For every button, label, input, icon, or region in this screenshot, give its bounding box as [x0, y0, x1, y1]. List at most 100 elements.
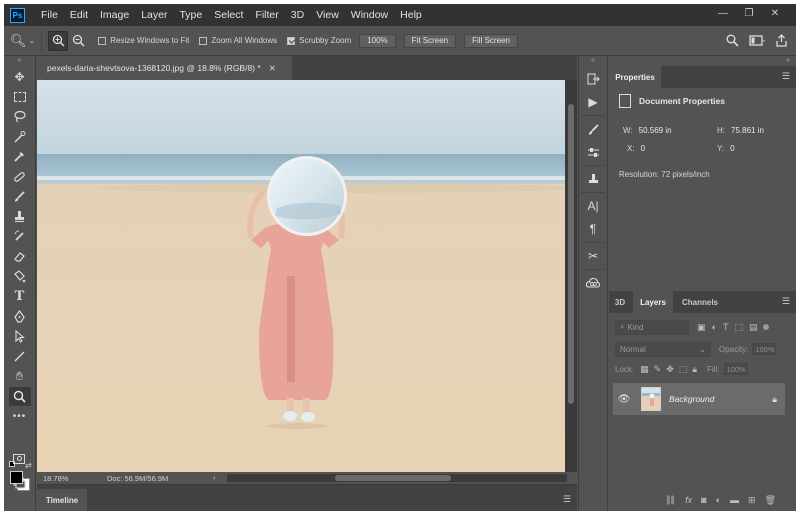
zoom-level[interactable]: 18.78%: [43, 474, 103, 483]
fill-field[interactable]: 100%: [723, 363, 748, 375]
tab-channels[interactable]: Channels: [675, 291, 725, 313]
quick-mask-icon[interactable]: [8, 449, 30, 468]
clone-source-icon[interactable]: [581, 169, 605, 189]
layer-row-background[interactable]: 👁︎ Background 🔒︎: [613, 383, 785, 415]
opacity-field[interactable]: 100%: [752, 343, 777, 355]
close-tab-icon[interactable]: ✕: [269, 63, 276, 74]
hand-tool-icon[interactable]: ✋︎: [9, 367, 31, 386]
menu-window[interactable]: Window: [345, 9, 394, 21]
menu-image[interactable]: Image: [94, 9, 135, 21]
new-adjustment-layer-icon[interactable]: ◐: [716, 495, 721, 505]
eyedropper-tool-icon[interactable]: [9, 147, 31, 166]
filter-toggle[interactable]: [763, 324, 770, 330]
menu-3d[interactable]: 3D: [285, 9, 310, 21]
new-group-icon[interactable]: ▬: [730, 495, 739, 505]
more-tools-icon[interactable]: •••: [9, 407, 31, 426]
x-field[interactable]: X: 0: [627, 144, 645, 153]
menu-help[interactable]: Help: [394, 9, 428, 21]
zoom-out-button[interactable]: [68, 31, 88, 51]
adjustment-filter-icon[interactable]: ◐: [712, 322, 717, 333]
width-value[interactable]: 50.569 in: [639, 126, 672, 135]
blend-mode-select[interactable]: Normal ⌄: [615, 341, 711, 357]
collapse-icon[interactable]: »: [609, 56, 796, 66]
history-panel-icon[interactable]: [581, 69, 605, 89]
panel-menu-icon[interactable]: ☰: [782, 71, 790, 82]
workspace-icon[interactable]: [749, 34, 765, 47]
y-value[interactable]: 0: [730, 144, 734, 153]
collapse-icon[interactable]: »: [4, 56, 35, 66]
layer-lock-icon[interactable]: 🔒︎: [772, 394, 777, 405]
height-field[interactable]: H: 75.861 in: [717, 126, 764, 135]
add-mask-icon[interactable]: ◙: [701, 495, 706, 505]
resize-windows-checkbox[interactable]: Resize Windows to Fit: [98, 36, 189, 45]
status-menu-arrow-icon[interactable]: ›: [213, 473, 216, 482]
menu-select[interactable]: Select: [208, 9, 249, 21]
menu-layer[interactable]: Layer: [135, 9, 173, 21]
brush-settings-icon[interactable]: [581, 119, 605, 139]
creative-cloud-libraries-icon[interactable]: [581, 273, 605, 293]
type-tool-icon[interactable]: T: [9, 287, 31, 306]
minimize-button[interactable]: —: [716, 8, 730, 20]
horizontal-scrollbar[interactable]: [227, 474, 567, 482]
marquee-tool-icon[interactable]: [9, 87, 31, 106]
share-icon[interactable]: [775, 34, 788, 47]
document-tab[interactable]: pexels-daria-shevtsova-1368120.jpg @ 18.…: [37, 56, 292, 80]
clone-stamp-tool-icon[interactable]: [9, 207, 31, 226]
eraser-tool-icon[interactable]: [9, 247, 31, 266]
panel-menu-icon[interactable]: ☰: [782, 296, 790, 307]
visibility-eye-icon[interactable]: 👁︎: [613, 394, 635, 405]
zoom-100-button[interactable]: 100%: [359, 33, 396, 48]
restore-button[interactable]: ❐: [742, 8, 756, 20]
fill-screen-button[interactable]: Fill Screen: [464, 33, 518, 48]
lasso-tool-icon[interactable]: [9, 107, 31, 126]
layer-name[interactable]: Background: [669, 394, 714, 404]
lock-all-icon[interactable]: 🔒︎: [692, 364, 697, 375]
menu-type[interactable]: Type: [173, 9, 208, 21]
panel-menu-icon[interactable]: ☰: [563, 494, 571, 505]
gradient-tool-icon[interactable]: [9, 267, 31, 286]
link-layers-icon[interactable]: ⛓︎: [665, 495, 676, 506]
lock-position-icon[interactable]: ✥: [666, 364, 674, 375]
path-selection-tool-icon[interactable]: [9, 327, 31, 346]
scrubby-zoom-checkbox[interactable]: Scrubby Zoom: [287, 36, 351, 45]
timeline-tab[interactable]: Timeline: [37, 489, 87, 511]
actions-play-icon[interactable]: ▶: [581, 92, 605, 112]
type-filter-icon[interactable]: T: [723, 322, 729, 333]
height-value[interactable]: 75.861 in: [731, 126, 764, 135]
fit-screen-button[interactable]: Fit Screen: [403, 33, 457, 48]
scroll-thumb[interactable]: [335, 475, 451, 481]
zoom-all-windows-checkbox[interactable]: Zoom All Windows: [199, 36, 277, 45]
collapse-icon[interactable]: «: [579, 56, 607, 66]
tab-properties[interactable]: Properties: [609, 66, 661, 88]
menu-edit[interactable]: Edit: [64, 9, 94, 21]
kind-filter-select[interactable]: ⌕ Kind: [615, 319, 689, 335]
lock-artboard-icon[interactable]: ⬚: [679, 364, 688, 375]
lock-image-icon[interactable]: ✎: [654, 364, 662, 375]
lock-transparency-icon[interactable]: ▦: [640, 364, 649, 375]
character-panel-icon[interactable]: A|: [581, 196, 605, 216]
x-value[interactable]: 0: [641, 144, 645, 153]
move-tool-icon[interactable]: ✥: [9, 67, 31, 86]
pen-tool-icon[interactable]: [9, 307, 31, 326]
search-icon[interactable]: [726, 34, 739, 47]
history-brush-tool-icon[interactable]: [9, 227, 31, 246]
delete-layer-icon[interactable]: 🗑︎: [765, 495, 776, 506]
shape-filter-icon[interactable]: ⬚: [734, 322, 743, 333]
tab-layers[interactable]: Layers: [633, 291, 673, 313]
zoom-tool-icon[interactable]: [8, 387, 31, 406]
close-button[interactable]: ✕: [768, 8, 782, 20]
image-canvas[interactable]: [37, 80, 565, 472]
zoom-tool-preset-icon[interactable]: 🔍︎: [10, 33, 27, 49]
quick-selection-tool-icon[interactable]: [9, 127, 31, 146]
zoom-in-button[interactable]: [48, 30, 69, 51]
new-layer-icon[interactable]: ⊞: [748, 495, 756, 506]
smart-object-filter-icon[interactable]: ▤: [749, 322, 758, 333]
layer-style-icon[interactable]: fx: [685, 495, 692, 505]
tab-3d[interactable]: 3D: [609, 291, 631, 313]
line-tool-icon[interactable]: [9, 347, 31, 366]
pixel-filter-icon[interactable]: ▣: [697, 322, 706, 333]
paragraph-panel-icon[interactable]: ¶: [581, 219, 605, 239]
width-field[interactable]: W: 50.569 in: [623, 126, 672, 135]
y-field[interactable]: Y: 0: [717, 144, 735, 153]
chevron-down-icon[interactable]: ⌄: [29, 36, 36, 45]
